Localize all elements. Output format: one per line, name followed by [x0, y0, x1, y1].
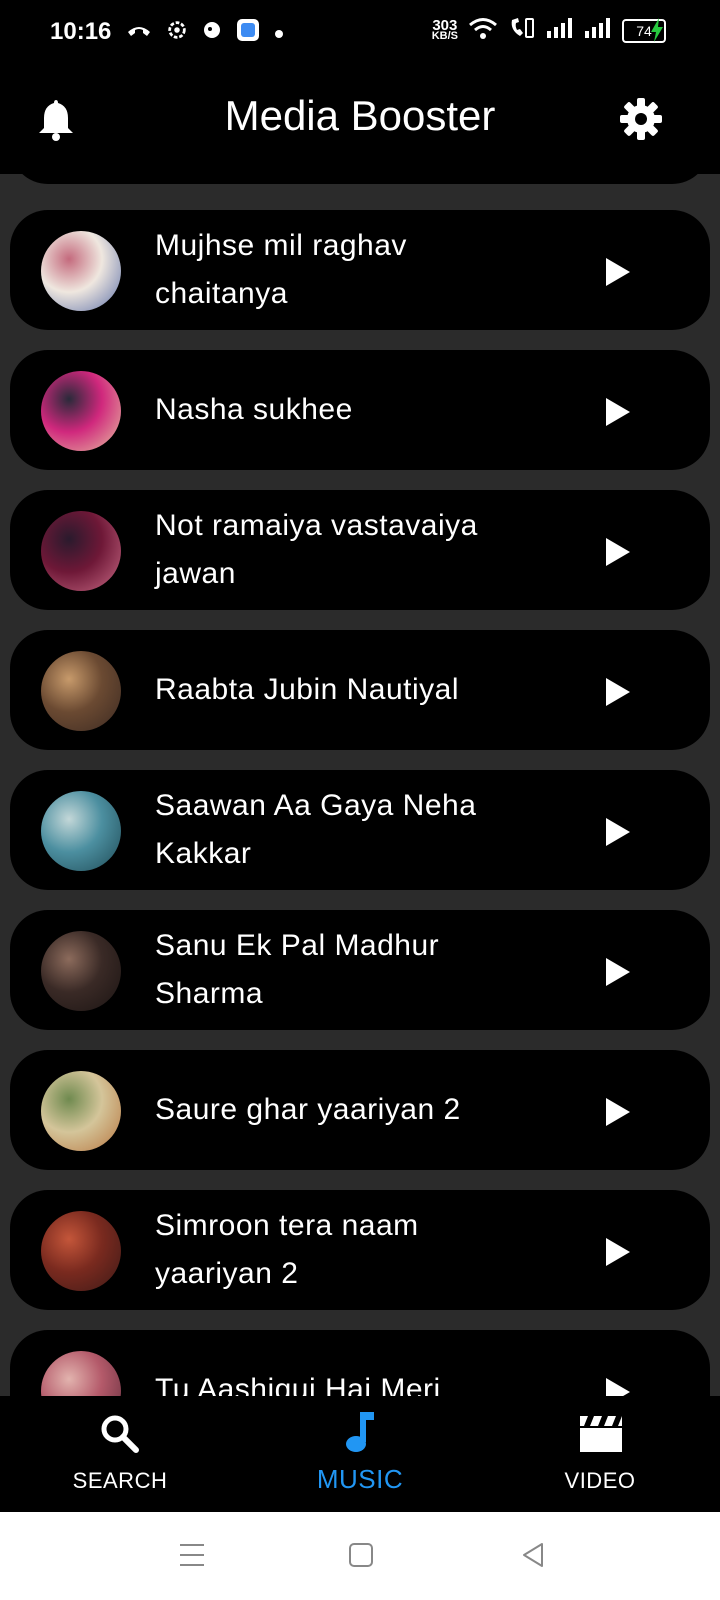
song-thumbnail	[41, 651, 121, 731]
play-icon[interactable]	[606, 1378, 630, 1396]
back-icon[interactable]	[520, 1542, 546, 1573]
song-title: Nasha sukhee	[155, 393, 353, 426]
app-bar: Media Booster	[0, 62, 720, 174]
app-notification-icon	[202, 20, 222, 46]
missed-call-icon	[126, 20, 152, 46]
song-thumbnail	[41, 1351, 121, 1396]
song-title: Not ramaiya vastavaiya jawan	[155, 509, 478, 590]
song-title: Tu Aashiqui Hai Meri	[155, 1373, 441, 1396]
app-title: Media Booster	[224, 92, 496, 139]
song-title: Mujhse mil raghav chaitanya	[155, 229, 407, 310]
song-thumbnail	[41, 791, 121, 871]
volte-call-icon	[508, 16, 536, 45]
play-icon[interactable]	[606, 678, 630, 706]
play-icon[interactable]	[606, 818, 630, 846]
song-card[interactable]: Tu Aashiqui Hai Meri	[10, 1330, 710, 1396]
song-card[interactable]: Not ramaiya vastavaiya jawan	[10, 490, 710, 610]
app-shortcut-icon	[236, 18, 260, 48]
nav-search-label: SEARCH	[72, 1468, 168, 1493]
nav-search[interactable]: SEARCH	[0, 1396, 240, 1512]
status-bar: 10:16 303 KB/S 74	[0, 0, 720, 62]
song-thumbnail	[41, 931, 121, 1011]
signal-strength-icon-2	[584, 17, 612, 44]
song-title: Raabta Jubin Nautiyal	[155, 673, 460, 706]
song-card-partial[interactable]	[10, 174, 710, 184]
song-card[interactable]: Raabta Jubin Nautiyal	[10, 630, 710, 750]
status-right-icons: 303 KB/S 74	[432, 16, 666, 45]
settings-small-icon	[166, 19, 188, 47]
play-icon[interactable]	[606, 398, 630, 426]
status-time: 10:16	[50, 18, 112, 45]
song-list[interactable]: Mujhse mil raghav chaitanya Nasha sukhee N…	[0, 174, 720, 1396]
song-title: Sanu Ek Pal Madhur Sharma	[155, 929, 440, 1010]
nav-video[interactable]: VIDEO	[480, 1396, 720, 1512]
song-card[interactable]: Mujhse mil raghav chaitanya	[10, 210, 710, 330]
menu-icon[interactable]	[178, 1542, 206, 1573]
song-thumbnail	[41, 1211, 121, 1291]
more-notifications-dot-icon	[274, 22, 284, 45]
music-note-icon	[344, 1410, 376, 1459]
play-icon[interactable]	[606, 958, 630, 986]
play-icon[interactable]	[606, 1098, 630, 1126]
play-icon[interactable]	[606, 538, 630, 566]
song-card[interactable]: Nasha sukhee	[10, 350, 710, 470]
gear-icon[interactable]	[620, 98, 662, 140]
nav-video-label: VIDEO	[564, 1468, 636, 1493]
song-title: Simroon tera naam yaariyan 2	[155, 1209, 419, 1290]
bottom-navigation: SEARCH MUSIC VIDEO	[0, 1396, 720, 1512]
play-icon[interactable]	[606, 1238, 630, 1266]
song-thumbnail	[41, 1071, 121, 1151]
song-thumbnail	[41, 231, 121, 311]
network-speed: 303 KB/S	[431, 16, 458, 42]
nav-music[interactable]: MUSIC	[240, 1396, 480, 1512]
song-card[interactable]: Simroon tera naam yaariyan 2	[10, 1190, 710, 1310]
signal-strength-icon-1	[546, 17, 574, 44]
wifi-icon	[468, 16, 498, 45]
play-icon[interactable]	[606, 258, 630, 286]
system-navigation-bar	[0, 1512, 720, 1600]
song-card[interactable]: Sanu Ek Pal Madhur Sharma	[10, 910, 710, 1030]
song-thumbnail	[41, 371, 121, 451]
charging-bolt-icon	[650, 18, 664, 48]
song-title: Saure ghar yaariyan 2	[155, 1093, 461, 1126]
song-card[interactable]: Saawan Aa Gaya Neha Kakkar	[10, 770, 710, 890]
nav-music-label: MUSIC	[316, 1464, 404, 1494]
song-thumbnail	[41, 511, 121, 591]
status-notification-icons	[126, 18, 284, 48]
song-card[interactable]: Saure ghar yaariyan 2	[10, 1050, 710, 1170]
home-icon[interactable]	[348, 1542, 374, 1573]
clapperboard-icon	[580, 1416, 622, 1457]
song-title: Saawan Aa Gaya Neha Kakkar	[155, 789, 477, 870]
search-icon	[100, 1414, 140, 1459]
